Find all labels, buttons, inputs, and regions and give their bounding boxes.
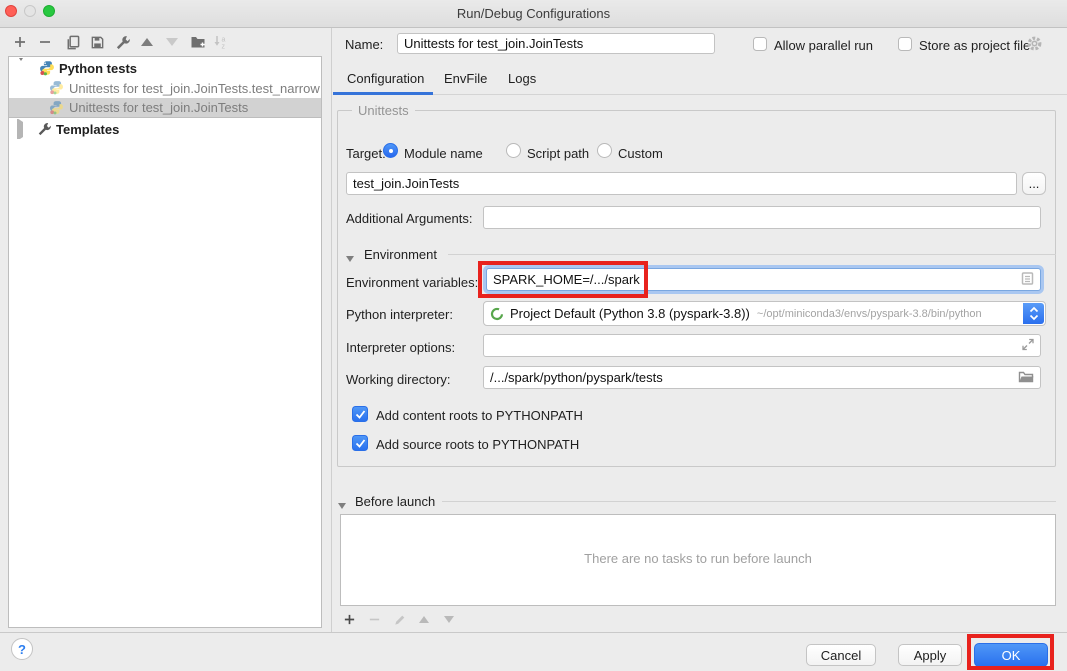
svg-text:a: a bbox=[222, 37, 226, 44]
allow-parallel-run-label: Allow parallel run bbox=[774, 38, 873, 54]
remove-icon[interactable] bbox=[36, 33, 54, 51]
allow-parallel-run-checkbox[interactable] bbox=[753, 37, 767, 51]
name-input[interactable]: Unittests for test_join.JoinTests bbox=[397, 33, 715, 54]
add-icon[interactable] bbox=[11, 33, 29, 51]
target-label: Target: bbox=[346, 146, 386, 162]
configurations-tree: Python tests Unittests for test_join.Joi… bbox=[8, 56, 322, 628]
run-debug-configurations-dialog: Run/Debug Configurations az Python tests… bbox=[0, 0, 1067, 671]
ok-button[interactable]: OK bbox=[974, 643, 1048, 667]
additional-arguments-label: Additional Arguments: bbox=[346, 211, 472, 227]
move-task-down-icon[interactable] bbox=[440, 610, 458, 628]
svg-text:z: z bbox=[222, 44, 226, 51]
project-default-interpreter-icon bbox=[490, 307, 504, 321]
tree-item-unittest-narrow[interactable]: Unittests for test_join.JoinTests.test_n… bbox=[9, 78, 321, 98]
tree-item-label: Unittests for test_join.JoinTests bbox=[69, 100, 248, 115]
panel-splitter[interactable] bbox=[331, 28, 332, 632]
before-launch-section-line bbox=[442, 501, 1056, 502]
tree-item-unittest-jointests-selected[interactable]: Unittests for test_join.JoinTests bbox=[9, 98, 321, 118]
templates-icon bbox=[36, 121, 52, 137]
store-as-project-file-checkbox[interactable] bbox=[898, 37, 912, 51]
target-script-path-label: Script path bbox=[527, 146, 589, 162]
move-down-icon[interactable] bbox=[163, 33, 181, 51]
edit-templates-icon[interactable] bbox=[113, 33, 131, 51]
target-module-name-label: Module name bbox=[404, 146, 483, 162]
python-interpreter-label: Python interpreter: bbox=[346, 307, 453, 323]
environment-variables-field[interactable]: SPARK_HOME=/.../spark bbox=[486, 268, 1041, 291]
target-custom-radio[interactable] bbox=[597, 143, 612, 158]
create-new-folder-icon[interactable] bbox=[189, 33, 207, 51]
add-content-roots-label: Add content roots to PYTHONPATH bbox=[376, 408, 583, 424]
target-script-path-radio[interactable] bbox=[506, 143, 521, 158]
tab-envfile[interactable]: EnvFile bbox=[444, 71, 487, 89]
help-button[interactable]: ? bbox=[11, 638, 33, 660]
edit-task-icon[interactable] bbox=[390, 610, 408, 628]
working-directory-input[interactable]: /.../spark/python/pyspark/tests bbox=[483, 366, 1041, 389]
additional-arguments-input[interactable] bbox=[483, 206, 1041, 229]
gear-icon[interactable] bbox=[1026, 35, 1043, 55]
python-tests-icon bbox=[39, 60, 55, 76]
add-source-roots-checkbox[interactable] bbox=[352, 435, 368, 451]
interpreter-options-label: Interpreter options: bbox=[346, 340, 455, 356]
store-as-project-file-label: Store as project file bbox=[919, 38, 1030, 54]
add-content-roots-checkbox[interactable] bbox=[352, 406, 368, 422]
tree-item-label: Python tests bbox=[59, 61, 137, 76]
edit-variables-icon[interactable] bbox=[1021, 271, 1034, 288]
collapse-icon[interactable] bbox=[17, 61, 25, 76]
module-name-input[interactable]: test_join.JoinTests bbox=[346, 172, 1017, 195]
tab-configuration[interactable]: Configuration bbox=[347, 71, 424, 89]
environment-section-title: Environment bbox=[364, 247, 437, 263]
tree-item-label: Unittests for test_join.JoinTests.test_n… bbox=[69, 81, 320, 96]
browse-folder-icon[interactable] bbox=[1018, 370, 1034, 386]
python-test-icon bbox=[49, 80, 65, 96]
name-label: Name: bbox=[345, 37, 383, 53]
copy-configuration-icon[interactable] bbox=[63, 33, 81, 51]
tree-item-templates[interactable]: Templates bbox=[9, 119, 321, 139]
before-launch-collapse-icon[interactable] bbox=[338, 497, 346, 512]
python-test-icon bbox=[49, 100, 65, 116]
expand-field-icon[interactable] bbox=[1022, 338, 1034, 353]
before-launch-empty-message: There are no tasks to run before launch bbox=[341, 551, 1055, 566]
before-launch-title: Before launch bbox=[355, 494, 435, 510]
working-directory-label: Working directory: bbox=[346, 372, 451, 388]
add-source-roots-label: Add source roots to PYTHONPATH bbox=[376, 437, 579, 453]
browse-module-button[interactable]: ... bbox=[1022, 172, 1046, 195]
move-up-icon[interactable] bbox=[138, 33, 156, 51]
tree-item-label: Templates bbox=[56, 122, 119, 137]
titlebar: Run/Debug Configurations bbox=[0, 0, 1067, 28]
window-title: Run/Debug Configurations bbox=[0, 6, 1067, 21]
apply-button[interactable]: Apply bbox=[898, 644, 962, 666]
environment-collapse-icon[interactable] bbox=[346, 250, 354, 265]
python-interpreter-select[interactable]: Project Default (Python 3.8 (pyspark-3.8… bbox=[483, 301, 1046, 326]
target-custom-label: Custom bbox=[618, 146, 663, 162]
interpreter-path: ~/opt/miniconda3/envs/pyspark-3.8/bin/py… bbox=[757, 308, 982, 320]
target-module-name-radio[interactable] bbox=[383, 143, 398, 158]
expand-icon[interactable] bbox=[17, 122, 23, 137]
remove-task-icon[interactable] bbox=[365, 610, 383, 628]
tabs-baseline bbox=[333, 94, 1067, 95]
interpreter-options-input[interactable] bbox=[483, 334, 1041, 357]
environment-section-line bbox=[448, 254, 1056, 255]
tree-item-python-tests[interactable]: Python tests bbox=[9, 58, 321, 78]
move-task-up-icon[interactable] bbox=[415, 610, 433, 628]
unittests-group-title: Unittests bbox=[352, 103, 415, 118]
cancel-button[interactable]: Cancel bbox=[806, 644, 876, 666]
active-tab-underline bbox=[333, 92, 433, 95]
tab-logs[interactable]: Logs bbox=[508, 71, 536, 89]
environment-variables-label: Environment variables: bbox=[346, 275, 478, 291]
save-configuration-icon[interactable] bbox=[88, 33, 106, 51]
sort-configurations-icon[interactable]: az bbox=[212, 33, 230, 51]
before-launch-task-list[interactable]: There are no tasks to run before launch bbox=[340, 514, 1056, 606]
dropdown-stepper-icon[interactable] bbox=[1023, 303, 1044, 324]
add-task-icon[interactable] bbox=[340, 610, 358, 628]
footer-separator bbox=[0, 632, 1067, 633]
